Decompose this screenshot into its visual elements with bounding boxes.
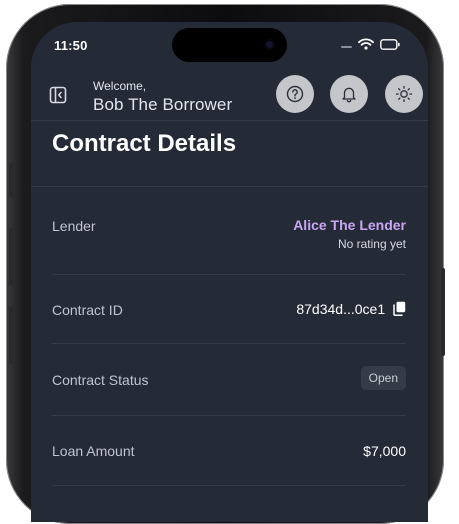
loan-amount-row: Loan Amount $7,000 <box>52 443 406 463</box>
row-divider <box>52 274 406 275</box>
username: Bob The Borrower <box>93 95 233 114</box>
sidebar-toggle-icon[interactable] <box>49 86 67 104</box>
help-icon <box>286 85 304 103</box>
row-divider <box>52 415 406 416</box>
contract-id-value: 87d34d...0ce1 <box>296 301 386 317</box>
status-badge: Open <box>360 366 406 390</box>
phone-power-button <box>441 268 445 356</box>
copy-icon[interactable] <box>393 301 406 317</box>
cellular-signal-icon <box>341 46 352 48</box>
phone-action-button <box>9 163 13 197</box>
wifi-icon <box>358 38 374 50</box>
contract-status-row: Contract Status Open <box>52 366 406 392</box>
theme-toggle-button[interactable] <box>385 75 423 113</box>
contract-id-label: Contract ID <box>52 302 123 318</box>
lender-label: Lender <box>52 218 96 234</box>
phone-volume-down-button <box>9 306 13 364</box>
loan-amount-value: $7,000 <box>363 443 406 459</box>
contract-id-value-wrap: 87d34d...0ce1 <box>296 301 406 317</box>
phone-volume-up-button <box>9 228 13 286</box>
contract-id-row: Contract ID 87d34d...0ce1 <box>52 301 406 322</box>
sun-icon <box>395 85 413 103</box>
lender-rating: No rating yet <box>337 237 406 251</box>
notifications-button[interactable] <box>330 75 368 113</box>
camera-icon <box>264 39 275 50</box>
page-title: Contract Details <box>52 130 237 157</box>
status-time: 11:50 <box>54 38 88 53</box>
battery-icon <box>380 38 400 50</box>
help-button[interactable] <box>276 75 314 113</box>
lender-name-link[interactable]: Alice The Lender <box>293 217 406 233</box>
dynamic-island <box>172 28 287 62</box>
row-divider <box>52 343 406 344</box>
app-screen: 11:50 Welcome, Bob The Borrower Contract… <box>31 22 428 522</box>
contract-status-label: Contract Status <box>52 372 149 388</box>
loan-amount-label: Loan Amount <box>52 443 135 459</box>
welcome-text: Welcome, <box>93 79 147 93</box>
lender-row: Lender Alice The Lender No rating yet <box>52 217 406 257</box>
status-icons <box>341 38 400 50</box>
status-bar: 11:50 <box>31 22 428 62</box>
app-header: Welcome, Bob The Borrower <box>31 62 428 121</box>
row-divider <box>52 485 406 486</box>
title-divider <box>31 186 428 187</box>
bell-icon <box>342 87 356 103</box>
